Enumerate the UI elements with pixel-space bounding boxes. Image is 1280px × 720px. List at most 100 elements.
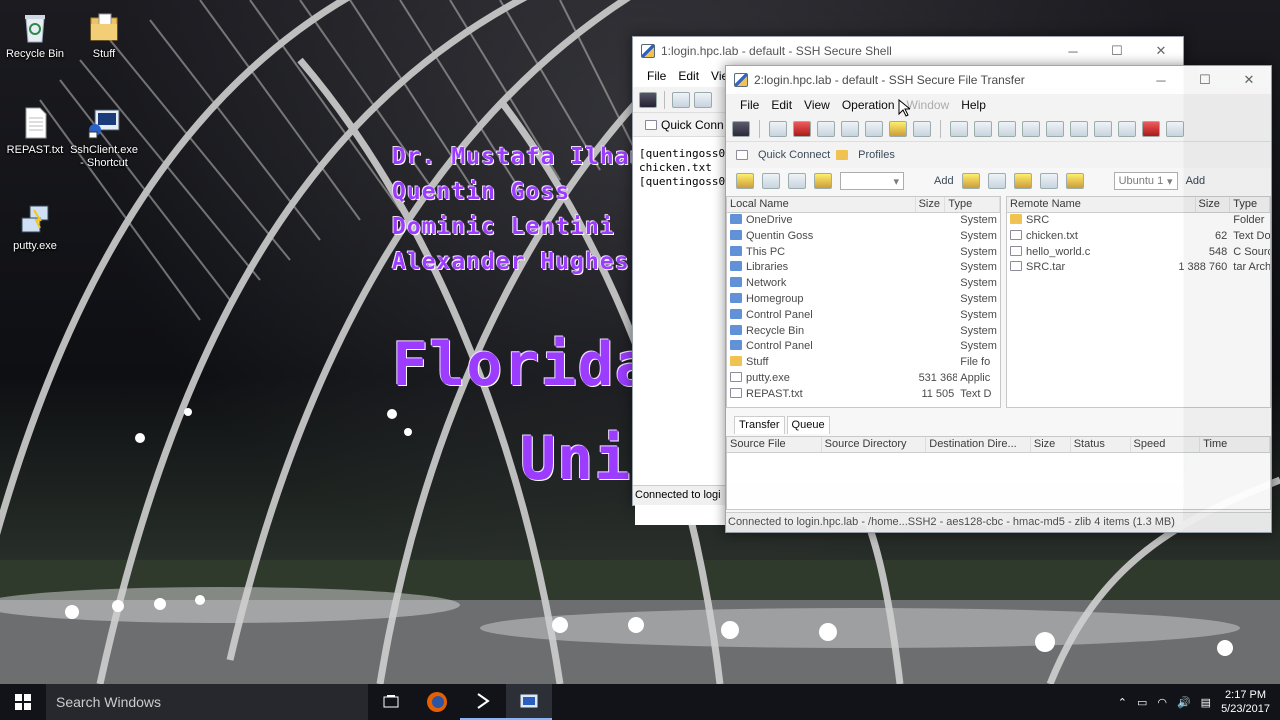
remote-home-icon[interactable] <box>1065 173 1084 189</box>
wifi-icon[interactable]: ◠ <box>1157 696 1167 709</box>
local-folder-icon[interactable] <box>736 173 754 189</box>
file-row[interactable]: SRC.tar 1 388 760 tar Arch <box>1007 260 1270 276</box>
file-row[interactable]: hello_world.c 548 C Sourc <box>1007 245 1270 261</box>
taskbar-ssh-shell[interactable] <box>460 684 506 720</box>
task-view-button[interactable] <box>368 684 414 720</box>
search-box[interactable]: Search Windows <box>46 684 368 720</box>
remote-new-folder-icon[interactable] <box>1013 173 1032 189</box>
desktop-icon-putty[interactable]: putty.exe <box>0 202 72 253</box>
up-directory-icon[interactable] <box>950 120 968 137</box>
remote-refresh-icon[interactable] <box>1039 173 1058 189</box>
stop-icon[interactable] <box>1118 120 1136 137</box>
save-icon[interactable] <box>732 120 750 137</box>
menu-edit[interactable]: Edit <box>765 98 798 112</box>
menu-help[interactable]: Help <box>955 98 992 112</box>
quick-connect-button[interactable]: Quick Connect <box>758 149 830 161</box>
file-row[interactable]: Network System <box>727 276 1000 292</box>
maximize-button[interactable]: ☐ <box>1095 37 1139 65</box>
column-header-type[interactable]: Type <box>1230 197 1270 212</box>
column-header-transfer[interactable]: Destination Dire... <box>926 437 1031 452</box>
tab-transfer[interactable]: Transfer <box>734 416 785 434</box>
taskbar-sftp[interactable] <box>506 684 552 720</box>
menu-file[interactable]: File <box>641 69 672 83</box>
file-row[interactable]: SRC Folder <box>1007 213 1270 229</box>
taskbar-firefox[interactable] <box>414 684 460 720</box>
remote-up-icon[interactable] <box>987 173 1006 189</box>
delete-icon[interactable] <box>793 120 811 137</box>
local-refresh-icon[interactable] <box>788 173 806 189</box>
column-header-size[interactable]: Size <box>1196 197 1231 212</box>
file-row[interactable]: OneDrive System <box>727 213 1000 229</box>
menu-edit[interactable]: Edit <box>672 69 705 83</box>
transfer-list[interactable]: Source File Source Directory Destination D… <box>726 436 1271 510</box>
maximize-button[interactable]: ☐ <box>1183 66 1227 94</box>
file-row[interactable]: putty.exe 531 368 Applic <box>727 371 1000 387</box>
action-center-icon[interactable]: ▤ <box>1201 696 1211 709</box>
print-icon[interactable] <box>769 120 787 137</box>
chevron-up-icon[interactable]: ⌃ <box>1118 696 1127 709</box>
new-folder-icon[interactable] <box>889 120 907 137</box>
sftp-titlebar[interactable]: 2:login.hpc.lab - default - SSH Secure F… <box>726 66 1271 94</box>
desktop-icon-sshclient-shortcut[interactable]: SshClient.exe - Shortcut <box>67 106 141 170</box>
file-row[interactable]: chicken.txt 62 Text Do <box>1007 229 1270 245</box>
file-row[interactable]: This PC System <box>727 245 1000 261</box>
file-row[interactable]: Control Panel System <box>727 339 1000 355</box>
column-header-size[interactable]: Size <box>916 197 946 212</box>
local-new-folder-icon[interactable] <box>814 173 832 189</box>
start-button[interactable] <box>0 684 46 720</box>
local-file-pane[interactable]: Local Name Size Type OneDrive System Quent… <box>726 196 1001 408</box>
desktop-icon-recycle-bin[interactable]: Recycle Bin <box>0 10 72 61</box>
volume-icon[interactable]: 🔊 <box>1177 696 1191 709</box>
shell-titlebar[interactable]: 1:login.hpc.lab - default - SSH Secure S… <box>633 37 1183 65</box>
file-row[interactable]: REPAST.txt 11 505 Text D <box>727 387 1000 403</box>
help-icon[interactable] <box>1166 120 1184 137</box>
remote-add-button[interactable]: Add <box>1186 175 1206 187</box>
column-header-transfer[interactable]: Time <box>1200 437 1270 452</box>
remote-folder-icon[interactable] <box>961 173 980 189</box>
column-header-name[interactable]: Remote Name <box>1007 197 1196 212</box>
column-header-name[interactable]: Local Name <box>727 197 916 212</box>
disconnect-icon[interactable] <box>1142 120 1160 137</box>
column-header-transfer[interactable]: Status <box>1071 437 1131 452</box>
profiles-button[interactable]: Profiles <box>858 149 895 161</box>
remote-file-pane[interactable]: Remote Name Size Type SRC Folder chicken.t… <box>1006 196 1271 408</box>
file-row[interactable]: Libraries System <box>727 260 1000 276</box>
file-row[interactable]: Control Panel System <box>727 308 1000 324</box>
file-row[interactable]: Homegroup System <box>727 292 1000 308</box>
tab-queue[interactable]: Queue <box>786 416 830 434</box>
list-view-icon[interactable] <box>998 120 1016 137</box>
clock[interactable]: 2:17 PM 5/23/2017 <box>1221 688 1270 716</box>
file-row[interactable]: Recycle Bin System <box>727 324 1000 340</box>
file-row[interactable]: Quentin Goss System <box>727 229 1000 245</box>
close-button[interactable]: ✕ <box>1139 37 1183 65</box>
close-button[interactable]: ✕ <box>1227 66 1271 94</box>
local-up-icon[interactable] <box>762 173 780 189</box>
local-path-combo[interactable]: ▾ <box>840 172 904 190</box>
battery-icon[interactable]: ▭ <box>1137 696 1147 709</box>
column-header-transfer[interactable]: Source File <box>727 437 822 452</box>
desktop-icon-stuff[interactable]: Stuff <box>67 10 141 61</box>
menu-view[interactable]: View <box>798 98 836 112</box>
small-icons-icon[interactable] <box>1070 120 1088 137</box>
print-icon[interactable] <box>672 91 690 108</box>
settings-icon[interactable] <box>913 120 931 137</box>
copy-icon[interactable] <box>817 120 835 137</box>
remote-path-combo[interactable]: Ubuntu 1 ▾ <box>1113 172 1178 190</box>
menu-file[interactable]: File <box>734 98 765 112</box>
paste-icon[interactable] <box>841 120 859 137</box>
properties-icon[interactable] <box>974 120 992 137</box>
save-icon[interactable] <box>639 91 657 108</box>
file-row[interactable]: Stuff File fo <box>727 355 1000 371</box>
sftp-window[interactable]: 2:login.hpc.lab - default - SSH Secure F… <box>725 65 1272 533</box>
column-header-transfer[interactable]: Speed <box>1131 437 1201 452</box>
column-header-transfer[interactable]: Source Directory <box>822 437 927 452</box>
desktop-icon-repast-txt[interactable]: REPAST.txt <box>0 106 72 157</box>
quick-connect-button[interactable]: Quick Conn <box>661 118 724 132</box>
print-preview-icon[interactable] <box>694 91 712 108</box>
column-header-transfer[interactable]: Size <box>1031 437 1071 452</box>
refresh-icon[interactable] <box>1094 120 1112 137</box>
menu-operation[interactable]: Operation <box>836 98 901 112</box>
local-add-button[interactable]: Add <box>934 175 954 187</box>
minimize-button[interactable]: ─ <box>1051 37 1095 65</box>
find-icon[interactable] <box>865 120 883 137</box>
